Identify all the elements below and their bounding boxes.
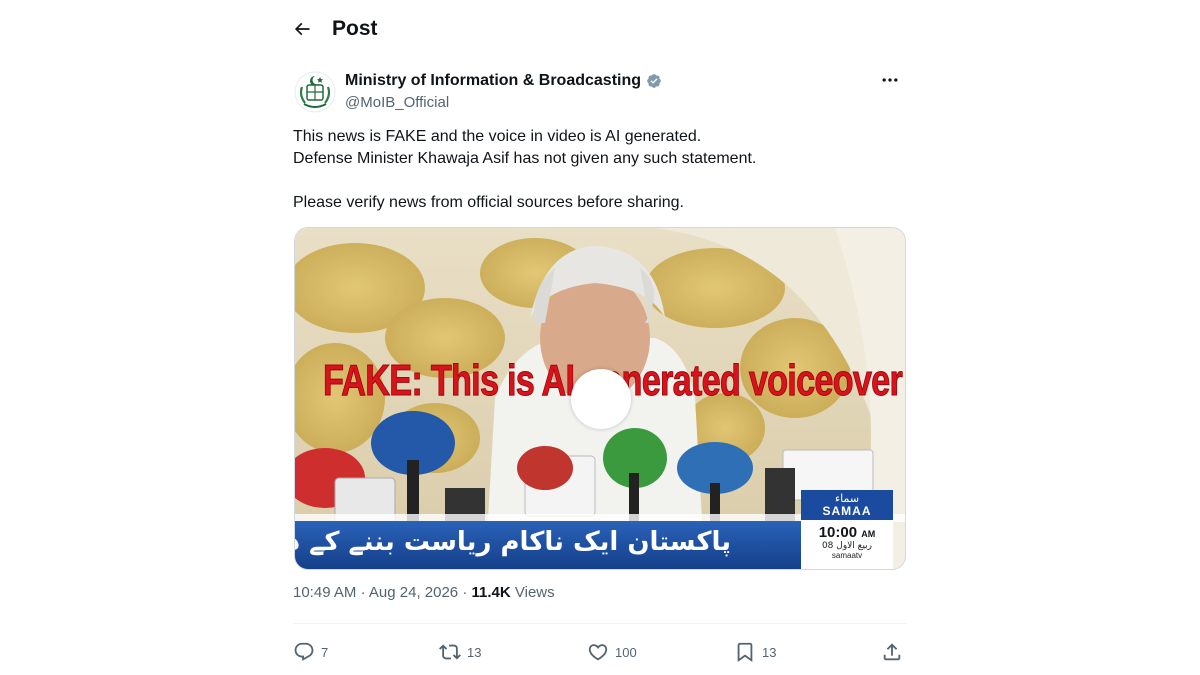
video-media[interactable]: FAKE: This is AI generated voiceover !! …: [294, 227, 906, 570]
divider: [293, 623, 907, 624]
like-count: 100: [615, 644, 637, 660]
repost-button[interactable]: 13: [439, 638, 481, 666]
author-block: Ministry of Information & Broadcasting @…: [345, 71, 662, 111]
avatar[interactable]: [294, 71, 336, 113]
tweet-text: This news is FAKE and the voice in video…: [293, 126, 913, 214]
meta-separator: ·: [360, 584, 366, 601]
verified-badge-icon: [646, 73, 662, 89]
views-count: 11.4K: [471, 584, 511, 601]
author-handle[interactable]: @MoIB_Official: [345, 94, 662, 111]
action-bar: 7 13 100 13: [293, 638, 907, 666]
like-button[interactable]: 100: [587, 638, 637, 666]
play-button[interactable]: [571, 369, 631, 429]
channel-branding: سماء SAMAA 10:00 AM 08 ربیع الاول samaat…: [801, 490, 893, 569]
government-emblem-icon: [294, 71, 336, 113]
repost-icon: [439, 644, 461, 660]
back-arrow-icon[interactable]: [290, 17, 314, 41]
author-name[interactable]: Ministry of Information & Broadcasting: [345, 72, 641, 90]
repost-count: 13: [467, 644, 482, 660]
more-options-icon[interactable]: [878, 68, 902, 92]
post-meta: 10:49 AM · Aug 24, 2026 · 11.4K Views: [293, 584, 555, 601]
ticker-text: پاکستان ایک ناکام ریاست بننے کے دہانے پر…: [295, 527, 731, 557]
views-label: Views: [514, 584, 555, 601]
reply-icon: [294, 642, 314, 661]
tweet-line: Defense Minister Khawaja Asif has not gi…: [293, 150, 757, 167]
reply-count: 7: [321, 644, 329, 660]
post-time[interactable]: 10:49 AM: [293, 584, 356, 601]
tweet-line: This news is FAKE and the voice in video…: [293, 128, 702, 145]
tweet-line: Please verify news from official sources…: [293, 194, 684, 211]
reply-button[interactable]: 7: [293, 638, 328, 666]
heart-icon: [588, 644, 608, 661]
page-title: Post: [332, 17, 378, 40]
share-icon: [883, 643, 901, 661]
bookmark-button[interactable]: 13: [734, 638, 776, 666]
broadcast-date: 08 ربیع الاول: [821, 541, 873, 551]
meta-separator: ·: [462, 584, 468, 601]
bookmark-icon: [737, 642, 753, 663]
news-ticker: پاکستان ایک ناکام ریاست بننے کے دہانے پر…: [295, 521, 801, 569]
post-header: Post: [290, 14, 378, 44]
channel-urdu-name: سماء: [834, 491, 860, 505]
bookmark-count: 13: [762, 644, 777, 660]
channel-website: samaatv: [831, 551, 863, 560]
share-button[interactable]: [881, 638, 903, 666]
channel-name: SAMAA: [822, 503, 872, 518]
broadcast-time: 10:00 AM: [818, 524, 876, 541]
post-date[interactable]: Aug 24, 2026: [369, 584, 458, 601]
